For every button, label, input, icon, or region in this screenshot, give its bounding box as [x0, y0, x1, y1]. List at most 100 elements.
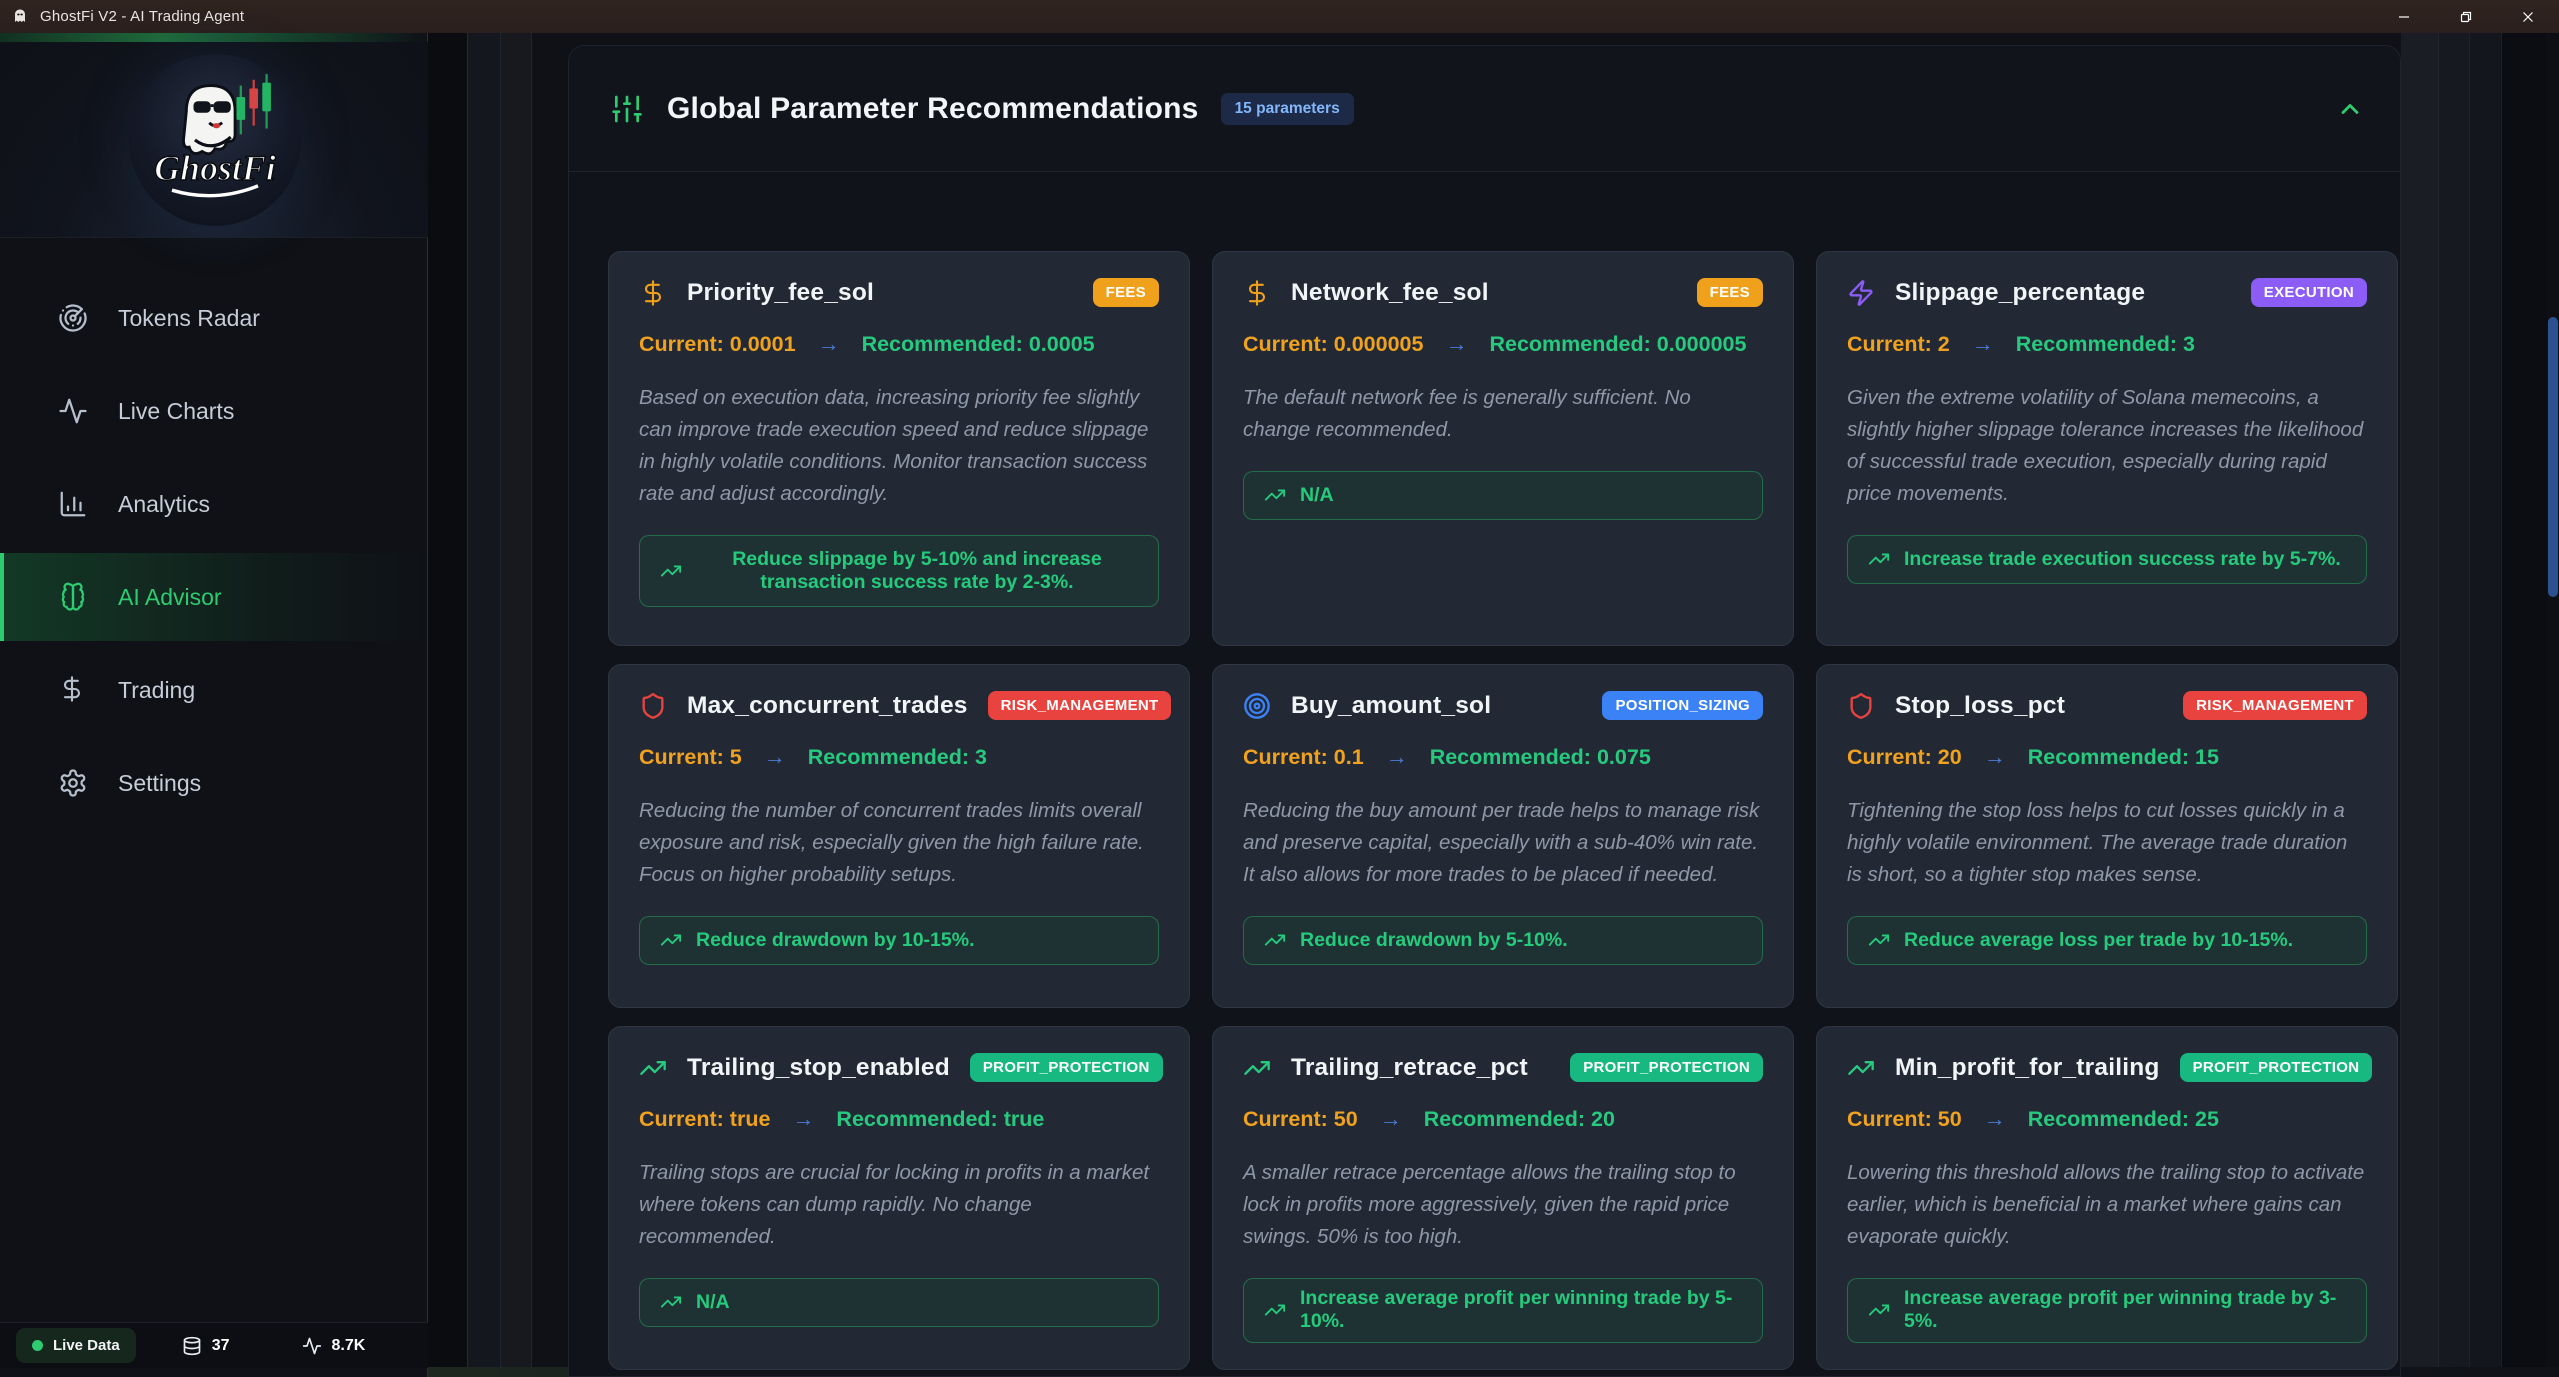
- impact-box: Reduce drawdown by 5-10%.: [1243, 916, 1763, 965]
- close-icon: [2520, 9, 2536, 25]
- sidebar-item-label: Tokens Radar: [118, 305, 260, 332]
- sidebar-item-label: Live Charts: [118, 398, 234, 425]
- sidebar-item-label: Analytics: [118, 491, 210, 518]
- parameter-description: Based on execution data, increasing prio…: [639, 382, 1159, 510]
- restore-button[interactable]: [2435, 0, 2497, 33]
- arrow-icon: →: [818, 331, 840, 357]
- parameter-name: Max_concurrent_trades: [687, 692, 968, 720]
- trending-up-icon: [1868, 1299, 1890, 1321]
- sidebar-nav: Tokens Radar Live Charts Analytics AI Ad…: [0, 269, 428, 832]
- trending-up-icon: [660, 560, 682, 582]
- sidebar-top-glow: [0, 33, 428, 42]
- live-data-badge: Live Data: [16, 1328, 136, 1363]
- minimize-icon: [2396, 9, 2412, 25]
- shield-icon: [1847, 692, 1875, 720]
- trending-up-icon: [1868, 548, 1890, 570]
- sidebar-status-bar: Live Data 37 8.7K: [0, 1322, 428, 1368]
- impact-text: Increase average profit per winning trad…: [1904, 1287, 2346, 1333]
- right-gutter-band: [2401, 33, 2438, 1377]
- card-header: Stop_loss_pct RISK_MANAGEMENT: [1847, 691, 2367, 720]
- scrollbar-thumb[interactable]: [2548, 317, 2558, 597]
- category-badge: PROFIT_PROTECTION: [1570, 1053, 1763, 1082]
- dollar-icon: [58, 675, 88, 705]
- values-row: Current: 50 → Recommended: 20: [1243, 1106, 1763, 1132]
- zap-icon: [1847, 279, 1875, 307]
- card-header: Min_profit_for_trailing PROFIT_PROTECTIO…: [1847, 1053, 2367, 1082]
- current-value: Current: 50: [1847, 1107, 1962, 1132]
- current-value: Current: 0.000005: [1243, 332, 1423, 357]
- impact-box: Reduce average loss per trade by 10-15%.: [1847, 916, 2367, 965]
- app-ghost-icon: [10, 7, 30, 27]
- parameter-card: Stop_loss_pct RISK_MANAGEMENT Current: 2…: [1816, 664, 2398, 1008]
- recommended-value: Recommended: 3: [2016, 332, 2195, 357]
- right-gutter-band: [2469, 33, 2501, 1377]
- activity-count: 8.7K: [302, 1336, 366, 1356]
- parameter-description: A smaller retrace percentage allows the …: [1243, 1157, 1763, 1253]
- values-row: Current: 2 → Recommended: 3: [1847, 331, 2367, 357]
- parameter-card: Max_concurrent_trades RISK_MANAGEMENT Cu…: [608, 664, 1190, 1008]
- parameter-name: Priority_fee_sol: [687, 279, 874, 307]
- sidebar-item-live-charts[interactable]: Live Charts: [0, 367, 428, 455]
- dollar-icon: [639, 279, 667, 307]
- parameter-description: The default network fee is generally suf…: [1243, 382, 1763, 446]
- arrow-icon: →: [764, 744, 786, 770]
- collapse-chevron-up-icon[interactable]: [2336, 95, 2364, 123]
- impact-text: Reduce slippage by 5-10% and increase tr…: [696, 548, 1138, 594]
- impact-text: N/A: [1300, 484, 1334, 507]
- impact-text: N/A: [696, 1291, 730, 1314]
- sidebar-item-tokens-radar[interactable]: Tokens Radar: [0, 274, 428, 362]
- impact-text: Reduce drawdown by 5-10%.: [1300, 929, 1568, 952]
- database-count: 37: [182, 1336, 230, 1356]
- parameter-card: Priority_fee_sol FEES Current: 0.0001 → …: [608, 251, 1190, 646]
- parameter-card: Network_fee_sol FEES Current: 0.000005 →…: [1212, 251, 1794, 646]
- window-titlebar: GhostFi V2 - AI Trading Agent: [0, 0, 2559, 33]
- recommended-value: Recommended: 0.0005: [862, 332, 1095, 357]
- live-dot-icon: [32, 1340, 43, 1351]
- recommended-value: Recommended: 3: [808, 745, 987, 770]
- category-badge: FEES: [1093, 278, 1159, 307]
- recommended-value: Recommended: 0.000005: [1489, 332, 1746, 357]
- activity-icon: [58, 396, 88, 426]
- parameter-card: Min_profit_for_trailing PROFIT_PROTECTIO…: [1816, 1026, 2398, 1370]
- left-gutter-band: [428, 33, 467, 1377]
- impact-box: Reduce drawdown by 10-15%.: [639, 916, 1159, 965]
- bar-chart-icon: [58, 489, 88, 519]
- sidebar-item-settings[interactable]: Settings: [0, 739, 428, 827]
- radar-icon: [58, 303, 88, 333]
- parameter-name: Trailing_retrace_pct: [1291, 1054, 1528, 1082]
- parameter-description: Lowering this threshold allows the trail…: [1847, 1157, 2367, 1253]
- sidebar-item-trading[interactable]: Trading: [0, 646, 428, 734]
- current-value: Current: 50: [1243, 1107, 1358, 1132]
- impact-box: Reduce slippage by 5-10% and increase tr…: [639, 535, 1159, 607]
- dollar-icon: [1243, 279, 1271, 307]
- parameter-description: Tightening the stop loss helps to cut lo…: [1847, 795, 2367, 891]
- arrow-icon: →: [1380, 1106, 1402, 1132]
- restore-icon: [2458, 9, 2474, 25]
- window-title: GhostFi V2 - AI Trading Agent: [40, 8, 244, 25]
- panel-title: Global Parameter Recommendations: [667, 92, 1199, 126]
- sidebar-item-analytics[interactable]: Analytics: [0, 460, 428, 548]
- values-row: Current: true → Recommended: true: [639, 1106, 1159, 1132]
- arrow-icon: →: [1386, 744, 1408, 770]
- target-icon: [1243, 692, 1271, 720]
- card-header: Slippage_percentage EXECUTION: [1847, 278, 2367, 307]
- parameter-card: Buy_amount_sol POSITION_SIZING Current: …: [1212, 664, 1794, 1008]
- live-data-label: Live Data: [53, 1337, 120, 1354]
- parameter-card: Trailing_retrace_pct PROFIT_PROTECTION C…: [1212, 1026, 1794, 1370]
- current-value: Current: 0.1: [1243, 745, 1364, 770]
- category-badge: POSITION_SIZING: [1602, 691, 1763, 720]
- trending-up-icon: [1264, 929, 1286, 951]
- category-badge: PROFIT_PROTECTION: [2180, 1053, 2373, 1082]
- parameter-name: Trailing_stop_enabled: [687, 1054, 950, 1082]
- close-button[interactable]: [2497, 0, 2559, 33]
- trending-up-icon: [660, 929, 682, 951]
- minimize-button[interactable]: [2373, 0, 2435, 33]
- card-header: Buy_amount_sol POSITION_SIZING: [1243, 691, 1763, 720]
- values-row: Current: 0.0001 → Recommended: 0.0005: [639, 331, 1159, 357]
- impact-text: Increase average profit per winning trad…: [1300, 1287, 1742, 1333]
- vertical-scrollbar[interactable]: [2547, 33, 2559, 1377]
- sidebar-item-ai-advisor[interactable]: AI Advisor: [0, 553, 428, 641]
- parameter-cards-grid: Priority_fee_sol FEES Current: 0.0001 → …: [608, 251, 2398, 1370]
- impact-text: Reduce drawdown by 10-15%.: [696, 929, 975, 952]
- recommended-value: Recommended: true: [836, 1107, 1044, 1132]
